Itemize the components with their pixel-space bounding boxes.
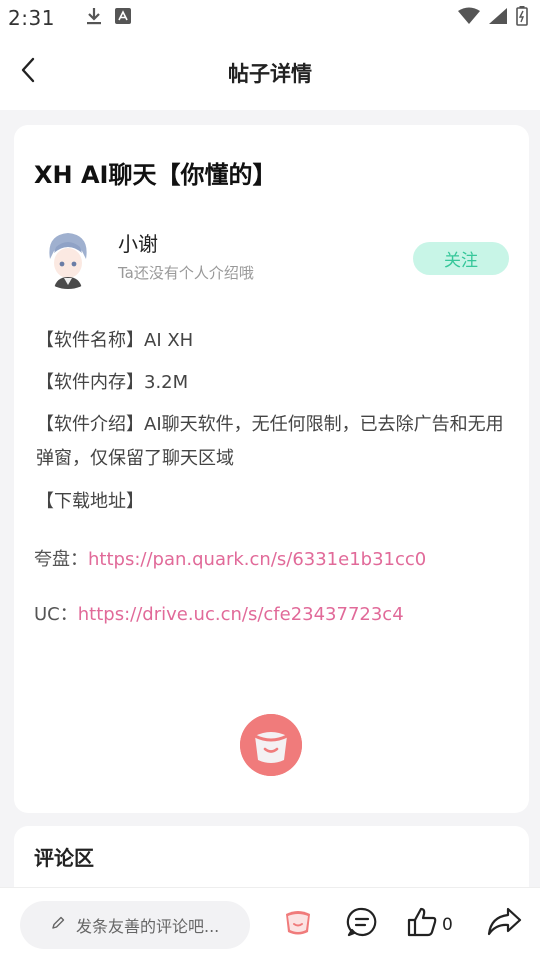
avatar[interactable] xyxy=(36,225,100,289)
pencil-icon xyxy=(50,915,66,935)
author-bio: Ta还没有个人介绍哦 xyxy=(118,264,254,282)
download-link-url[interactable]: https://drive.uc.cn/s/cfe23437723c4 xyxy=(78,604,404,625)
signal-icon xyxy=(488,7,508,29)
download-link-label: UC： xyxy=(34,604,78,625)
app-logo-icon xyxy=(240,714,302,776)
back-button[interactable] xyxy=(14,57,42,87)
app-notification-icon xyxy=(114,8,131,28)
follow-button[interactable]: 关注 xyxy=(413,242,509,275)
comment-input[interactable]: 发条友善的评论吧... xyxy=(20,901,250,949)
post-line: 【软件名称】AI XH xyxy=(36,330,194,351)
post-card: XH AI聊天【你懂的】 小谢 Ta还没有个人介绍哦 关注 【软件名称】AI X… xyxy=(14,125,529,813)
share-icon xyxy=(486,906,522,942)
download-link-quark: 夸盘：https://pan.quark.cn/s/6331e1b31cc0 xyxy=(34,545,426,571)
download-link-url[interactable]: https://pan.quark.cn/s/6331e1b31cc0 xyxy=(88,549,426,570)
author-name[interactable]: 小谢 xyxy=(118,228,158,257)
battery-icon xyxy=(516,6,528,30)
status-notifications xyxy=(85,6,131,30)
download-link-label: 夸盘： xyxy=(34,549,88,570)
status-system-icons xyxy=(458,6,528,30)
status-time: 2:31 xyxy=(8,6,55,30)
app-bar: 帖子详情 xyxy=(0,36,540,110)
thumbs-up-icon xyxy=(405,905,439,943)
comments-title: 评论区 xyxy=(34,846,94,870)
bottom-bar: 发条友善的评论吧... 0 xyxy=(0,887,540,960)
wifi-icon xyxy=(458,7,480,29)
like-count: 0 xyxy=(442,915,453,935)
app-logo-icon xyxy=(280,904,316,944)
app-logo-button[interactable] xyxy=(278,904,318,944)
comment-placeholder: 发条友善的评论吧... xyxy=(76,917,220,936)
post-line: 【软件介绍】AI聊天软件，无任何限制，已去除广告和无用弹窗，仅保留了聊天区域 xyxy=(36,414,504,469)
download-link-uc: UC：https://drive.uc.cn/s/cfe23437723c4 xyxy=(34,600,404,626)
page-title: 帖子详情 xyxy=(228,62,312,86)
post-line: 【软件内存】3.2M xyxy=(36,372,189,393)
share-button[interactable] xyxy=(484,904,524,944)
status-bar: 2:31 xyxy=(0,0,540,36)
post-title: XH AI聊天【你懂的】 xyxy=(34,161,277,189)
comment-button[interactable] xyxy=(342,904,382,944)
like-button[interactable] xyxy=(402,904,442,944)
comment-icon xyxy=(346,906,378,942)
download-icon xyxy=(85,6,103,30)
chevron-left-icon xyxy=(20,57,36,87)
post-line: 【下载地址】 xyxy=(36,491,144,512)
